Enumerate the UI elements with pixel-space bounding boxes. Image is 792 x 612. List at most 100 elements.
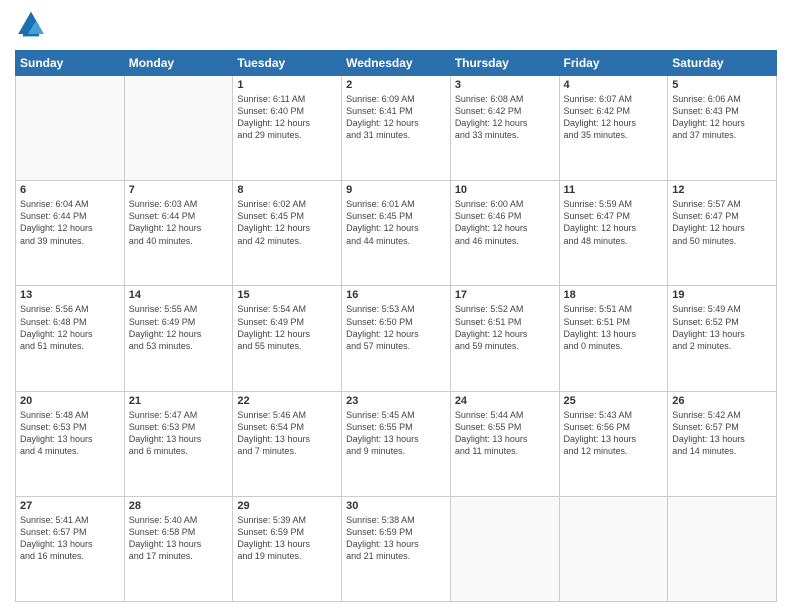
day-info: Sunrise: 5:42 AM Sunset: 6:57 PM Dayligh…: [672, 409, 772, 458]
day-info: Sunrise: 5:48 AM Sunset: 6:53 PM Dayligh…: [20, 409, 120, 458]
day-number: 14: [129, 289, 229, 301]
calendar-cell: 13 Sunrise: 5:56 AM Sunset: 6:48 PM Dayli…: [16, 286, 125, 391]
calendar-week-4: 20 Sunrise: 5:48 AM Sunset: 6:53 PM Dayli…: [16, 391, 777, 496]
calendar-cell: 1 Sunrise: 6:11 AM Sunset: 6:40 PM Daylig…: [233, 76, 342, 181]
day-number: 16: [346, 289, 446, 301]
day-info: Sunrise: 5:43 AM Sunset: 6:56 PM Dayligh…: [564, 409, 664, 458]
page: SundayMondayTuesdayWednesdayThursdayFrid…: [0, 0, 792, 612]
calendar-header-wednesday: Wednesday: [342, 51, 451, 76]
calendar-cell: 12 Sunrise: 5:57 AM Sunset: 6:47 PM Dayli…: [668, 181, 777, 286]
logo-icon: [15, 10, 47, 42]
day-info: Sunrise: 6:09 AM Sunset: 6:41 PM Dayligh…: [346, 93, 446, 142]
day-number: 9: [346, 184, 446, 196]
calendar-cell: 21Sunrise: 5:47 AM Sunset: 6:53 PM Dayli…: [124, 391, 233, 496]
day-info: Sunrise: 6:00 AM Sunset: 6:46 PM Dayligh…: [455, 198, 555, 247]
calendar-week-2: 6 Sunrise: 6:04 AM Sunset: 6:44 PM Daylig…: [16, 181, 777, 286]
calendar-cell: 15 Sunrise: 5:54 AM Sunset: 6:49 PM Dayli…: [233, 286, 342, 391]
day-info: Sunrise: 5:57 AM Sunset: 6:47 PM Dayligh…: [672, 198, 772, 247]
day-number: 8: [237, 184, 337, 196]
day-info: Sunrise: 5:40 AM Sunset: 6:58 PM Dayligh…: [129, 514, 229, 563]
day-number: 20: [20, 395, 120, 407]
day-number: 15: [237, 289, 337, 301]
day-number: 3: [455, 79, 555, 91]
day-info: Sunrise: 6:08 AM Sunset: 6:42 PM Dayligh…: [455, 93, 555, 142]
calendar-cell: 5 Sunrise: 6:06 AM Sunset: 6:43 PM Daylig…: [668, 76, 777, 181]
day-info: Sunrise: 5:55 AM Sunset: 6:49 PM Dayligh…: [129, 303, 229, 352]
day-number: 13: [20, 289, 120, 301]
day-number: 28: [129, 500, 229, 512]
calendar-cell: 25 Sunrise: 5:43 AM Sunset: 6:56 PM Dayli…: [559, 391, 668, 496]
calendar-cell: 6 Sunrise: 6:04 AM Sunset: 6:44 PM Daylig…: [16, 181, 125, 286]
day-info: Sunrise: 5:49 AM Sunset: 6:52 PM Dayligh…: [672, 303, 772, 352]
calendar-week-3: 13 Sunrise: 5:56 AM Sunset: 6:48 PM Dayli…: [16, 286, 777, 391]
day-number: 19: [672, 289, 772, 301]
day-info: Sunrise: 5:54 AM Sunset: 6:49 PM Dayligh…: [237, 303, 337, 352]
calendar-cell: 8 Sunrise: 6:02 AM Sunset: 6:45 PM Daylig…: [233, 181, 342, 286]
day-info: Sunrise: 5:45 AM Sunset: 6:55 PM Dayligh…: [346, 409, 446, 458]
day-number: 17: [455, 289, 555, 301]
header: [15, 10, 777, 42]
day-number: 10: [455, 184, 555, 196]
calendar-cell: 22Sunrise: 5:46 AM Sunset: 6:54 PM Dayli…: [233, 391, 342, 496]
day-number: 1: [237, 79, 337, 91]
calendar-cell: 18Sunrise: 5:51 AM Sunset: 6:51 PM Dayli…: [559, 286, 668, 391]
calendar-header-sunday: Sunday: [16, 51, 125, 76]
calendar-cell: 24Sunrise: 5:44 AM Sunset: 6:55 PM Dayli…: [450, 391, 559, 496]
day-number: 25: [564, 395, 664, 407]
day-number: 6: [20, 184, 120, 196]
day-info: Sunrise: 6:02 AM Sunset: 6:45 PM Dayligh…: [237, 198, 337, 247]
calendar-header-monday: Monday: [124, 51, 233, 76]
calendar-cell: 7 Sunrise: 6:03 AM Sunset: 6:44 PM Daylig…: [124, 181, 233, 286]
calendar-cell: [450, 496, 559, 601]
day-number: 12: [672, 184, 772, 196]
calendar-cell: [559, 496, 668, 601]
day-number: 23: [346, 395, 446, 407]
calendar-cell: [16, 76, 125, 181]
calendar-cell: 14 Sunrise: 5:55 AM Sunset: 6:49 PM Dayli…: [124, 286, 233, 391]
day-info: Sunrise: 6:04 AM Sunset: 6:44 PM Dayligh…: [20, 198, 120, 247]
day-number: 26: [672, 395, 772, 407]
calendar-cell: 2 Sunrise: 6:09 AM Sunset: 6:41 PM Daylig…: [342, 76, 451, 181]
calendar-cell: [668, 496, 777, 601]
day-number: 27: [20, 500, 120, 512]
calendar-week-5: 27 Sunrise: 5:41 AM Sunset: 6:57 PM Dayli…: [16, 496, 777, 601]
day-number: 30: [346, 500, 446, 512]
day-info: Sunrise: 6:03 AM Sunset: 6:44 PM Dayligh…: [129, 198, 229, 247]
calendar-cell: 30 Sunrise: 5:38 AM Sunset: 6:59 PM Dayli…: [342, 496, 451, 601]
calendar-cell: 28 Sunrise: 5:40 AM Sunset: 6:58 PM Dayli…: [124, 496, 233, 601]
day-info: Sunrise: 6:11 AM Sunset: 6:40 PM Dayligh…: [237, 93, 337, 142]
day-number: 5: [672, 79, 772, 91]
calendar-cell: 10 Sunrise: 6:00 AM Sunset: 6:46 PM Dayli…: [450, 181, 559, 286]
calendar-cell: 11 Sunrise: 5:59 AM Sunset: 6:47 PM Dayli…: [559, 181, 668, 286]
calendar-header-row: SundayMondayTuesdayWednesdayThursdayFrid…: [16, 51, 777, 76]
day-info: Sunrise: 5:56 AM Sunset: 6:48 PM Dayligh…: [20, 303, 120, 352]
day-info: Sunrise: 5:38 AM Sunset: 6:59 PM Dayligh…: [346, 514, 446, 563]
day-info: Sunrise: 5:53 AM Sunset: 6:50 PM Dayligh…: [346, 303, 446, 352]
calendar-cell: 4 Sunrise: 6:07 AM Sunset: 6:42 PM Daylig…: [559, 76, 668, 181]
logo: [15, 10, 51, 42]
calendar-cell: 17 Sunrise: 5:52 AM Sunset: 6:51 PM Dayli…: [450, 286, 559, 391]
day-info: Sunrise: 5:52 AM Sunset: 6:51 PM Dayligh…: [455, 303, 555, 352]
calendar-cell: 16 Sunrise: 5:53 AM Sunset: 6:50 PM Dayli…: [342, 286, 451, 391]
calendar-cell: 27 Sunrise: 5:41 AM Sunset: 6:57 PM Dayli…: [16, 496, 125, 601]
day-number: 4: [564, 79, 664, 91]
calendar-header-friday: Friday: [559, 51, 668, 76]
day-info: Sunrise: 6:06 AM Sunset: 6:43 PM Dayligh…: [672, 93, 772, 142]
day-number: 24: [455, 395, 555, 407]
calendar-cell: 19 Sunrise: 5:49 AM Sunset: 6:52 PM Dayli…: [668, 286, 777, 391]
calendar-table: SundayMondayTuesdayWednesdayThursdayFrid…: [15, 50, 777, 602]
calendar-cell: 9 Sunrise: 6:01 AM Sunset: 6:45 PM Daylig…: [342, 181, 451, 286]
day-number: 2: [346, 79, 446, 91]
day-info: Sunrise: 5:59 AM Sunset: 6:47 PM Dayligh…: [564, 198, 664, 247]
calendar-header-thursday: Thursday: [450, 51, 559, 76]
calendar-header-saturday: Saturday: [668, 51, 777, 76]
day-number: 21: [129, 395, 229, 407]
calendar-cell: 23 Sunrise: 5:45 AM Sunset: 6:55 PM Dayli…: [342, 391, 451, 496]
day-number: 11: [564, 184, 664, 196]
day-info: Sunrise: 5:51 AM Sunset: 6:51 PM Dayligh…: [564, 303, 664, 352]
day-info: Sunrise: 6:07 AM Sunset: 6:42 PM Dayligh…: [564, 93, 664, 142]
day-info: Sunrise: 6:01 AM Sunset: 6:45 PM Dayligh…: [346, 198, 446, 247]
day-info: Sunrise: 5:41 AM Sunset: 6:57 PM Dayligh…: [20, 514, 120, 563]
day-number: 7: [129, 184, 229, 196]
calendar-header-tuesday: Tuesday: [233, 51, 342, 76]
